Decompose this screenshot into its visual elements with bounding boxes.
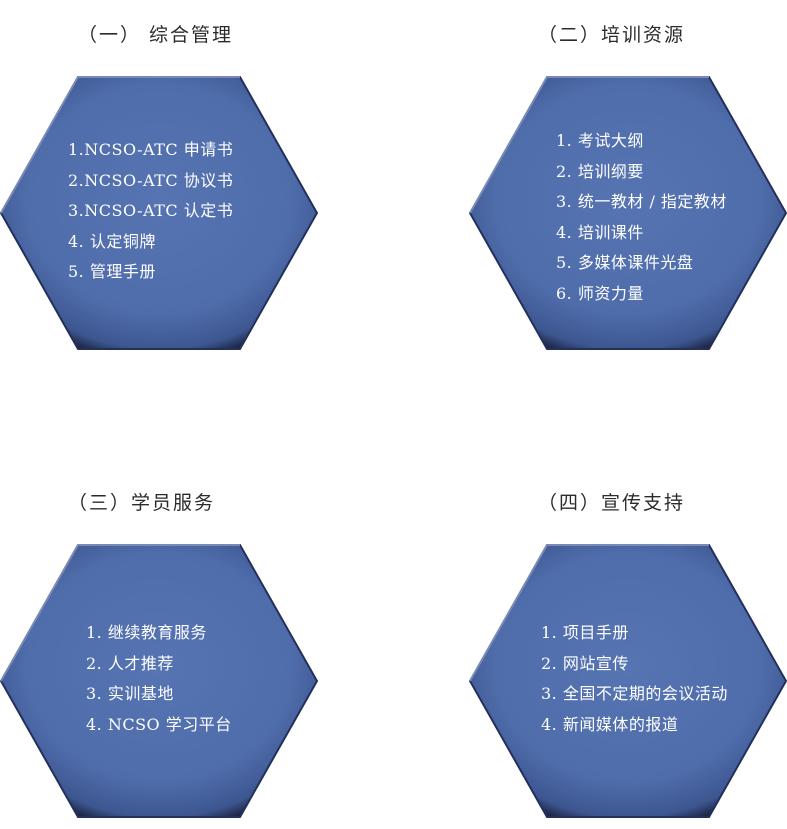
- list-item: 5. 管理手册: [68, 262, 156, 281]
- list-item: 3.NCSO-ATC 认定书: [68, 201, 234, 220]
- hexagon-promotion-support: 1. 项目手册 2. 网站宣传 3. 全国不定期的会议活动 4. 新闻媒体的报道: [469, 544, 787, 818]
- list-item: 4. 认定铜牌: [68, 231, 156, 251]
- list-item: 2.NCSO-ATC 协议书: [68, 170, 234, 190]
- item-list: 1. 考试大纲 2. 培训纲要 3. 统一教材 / 指定教材 4. 培训课件 5…: [556, 126, 727, 309]
- list-item: 3. 全国不定期的会议活动: [541, 684, 728, 703]
- list-item: 2. 人才推荐: [86, 653, 174, 673]
- section-title-student-services: （三）学员服务: [68, 492, 216, 514]
- section-title-promotion-support: （四）宣传支持: [538, 492, 686, 514]
- list-item: 3. 实训基地: [86, 684, 174, 703]
- item-list: 1. 项目手册 2. 网站宣传 3. 全国不定期的会议活动 4. 新闻媒体的报道: [541, 618, 728, 740]
- hexagon-student-services: 1. 继续教育服务 2. 人才推荐 3. 实训基地 4. NCSO 学习平台: [0, 544, 318, 818]
- list-item: 2. 培训纲要: [556, 161, 644, 181]
- section-title-training-resources: （二）培训资源: [538, 24, 686, 46]
- list-item: 2. 网站宣传: [541, 653, 629, 673]
- list-item: 4. 培训课件: [556, 222, 644, 242]
- hexagon-management: 1.NCSO-ATC 申请书 2.NCSO-ATC 协议书 3.NCSO-ATC…: [0, 76, 318, 350]
- list-item: 1. 考试大纲: [556, 131, 644, 150]
- section-title-management: （一） 综合管理: [78, 24, 234, 46]
- list-item: 5. 多媒体课件光盘: [556, 253, 694, 272]
- hexagon-training-resources: 1. 考试大纲 2. 培训纲要 3. 统一教材 / 指定教材 4. 培训课件 5…: [469, 76, 787, 350]
- item-list: 1.NCSO-ATC 申请书 2.NCSO-ATC 协议书 3.NCSO-ATC…: [68, 135, 233, 288]
- list-item: 3. 统一教材 / 指定教材: [556, 192, 727, 211]
- list-item: 1. 项目手册: [541, 623, 629, 642]
- item-list: 1. 继续教育服务 2. 人才推荐 3. 实训基地 4. NCSO 学习平台: [86, 618, 232, 740]
- list-item: 1.NCSO-ATC 申请书: [68, 140, 234, 159]
- list-item: 1. 继续教育服务: [86, 623, 207, 642]
- list-item: 6. 师资力量: [556, 283, 644, 303]
- list-item: 4. NCSO 学习平台: [86, 714, 232, 734]
- list-item: 4. 新闻媒体的报道: [541, 714, 679, 734]
